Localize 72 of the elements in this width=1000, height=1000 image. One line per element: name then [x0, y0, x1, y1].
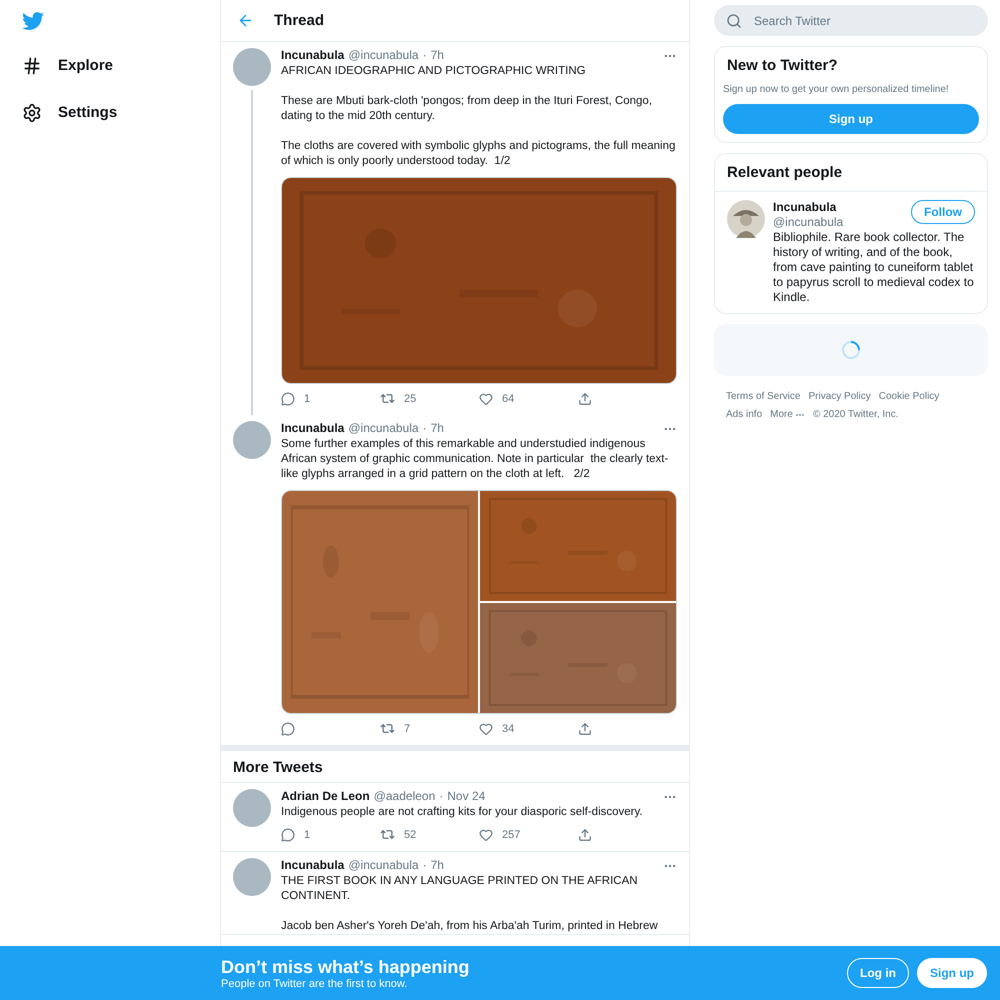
- separator: ·: [439, 789, 444, 804]
- twitter-logo-icon[interactable]: [22, 10, 44, 32]
- user-name[interactable]: Adrian De Leon: [281, 789, 370, 804]
- footer-link[interactable]: Terms of Service: [726, 390, 800, 404]
- user-bio: Bibliophile. Rare book collector. The history of writing, and of the book, from cave painting to cuneiform tablet to papyrus scroll to medieval codex to Kindle.: [773, 230, 975, 305]
- banner-subtitle: People on Twitter are the first to know.: [221, 978, 408, 990]
- tweet-time[interactable]: Nov 24: [447, 789, 486, 804]
- card-title: New to Twitter?: [726, 56, 839, 76]
- card-text: Sign up now to get your own personalized timeline!: [722, 84, 950, 97]
- tweet-text: These are Mbuti bark-cloth 'pongos; from deep in the Ituri Forest, Congo, dating to the mid 20th century.: [281, 94, 654, 124]
- tweet-time[interactable]: 7h: [430, 421, 444, 436]
- footer-link[interactable]: Privacy Policy: [808, 390, 871, 404]
- like-count: 257: [502, 828, 520, 840]
- tweet-text: AFRICAN IDEOGRAPHIC AND PICTOGRAPHIC WRITING: [281, 64, 587, 79]
- reply-icon[interactable]: [281, 722, 295, 736]
- user-name[interactable]: Incunabula: [773, 200, 836, 214]
- signup-button[interactable]: Sign up: [723, 104, 979, 134]
- tweet-text: The cloths are covered with symbolic glyphs and pictograms, the full meaning of which is only poorly understood today. 1/2: [281, 139, 676, 169]
- user-handle: @incunabula: [348, 858, 419, 873]
- tweet-time[interactable]: 7h: [430, 48, 444, 63]
- separator: ·: [422, 48, 427, 63]
- footer-link[interactable]: Cookie Policy: [878, 390, 940, 404]
- tweet-text: Some further examples of this remarkable and understudied indigenous African system of graphic communication. Note in particular the clearly text-like glyphs arranged in a grid pattern on the cloth at left. 2/2: [281, 437, 670, 482]
- signup-button[interactable]: Sign up: [917, 958, 987, 988]
- nav-item[interactable]: Explore: [22, 42, 220, 89]
- back-icon[interactable]: [237, 12, 254, 29]
- retweet-count: 52: [404, 828, 416, 840]
- tweet-time[interactable]: 7h: [430, 858, 444, 873]
- user-name[interactable]: Incunabula: [281, 421, 344, 436]
- copyright: © 2020 Twitter, Inc.: [812, 408, 898, 422]
- user-handle: @incunabula: [348, 48, 419, 63]
- user-name[interactable]: Incunabula: [281, 48, 344, 63]
- card-title: Relevant people: [726, 163, 844, 183]
- reply-icon[interactable]: [281, 828, 295, 842]
- page-title: Thread: [274, 12, 324, 29]
- user-handle: @incunabula: [348, 421, 419, 436]
- follow-button[interactable]: Follow: [911, 200, 975, 224]
- user-handle: @incunabula: [773, 215, 844, 229]
- share-icon[interactable]: [578, 722, 592, 736]
- reply-icon[interactable]: [281, 392, 295, 406]
- like-icon[interactable]: [479, 392, 493, 406]
- share-icon[interactable]: [578, 828, 592, 842]
- reply-count: 1: [304, 392, 310, 404]
- footer-link[interactable]: More: [770, 408, 805, 422]
- hash-icon: [22, 56, 42, 76]
- nav-item[interactable]: Settings: [22, 89, 220, 136]
- section-title: More Tweets: [221, 751, 689, 783]
- like-icon[interactable]: [479, 828, 493, 842]
- user-name[interactable]: Incunabula: [281, 858, 344, 873]
- avatar[interactable]: [727, 200, 765, 238]
- like-count: 64: [502, 392, 514, 404]
- reply-count: 1: [304, 828, 310, 840]
- retweet-icon[interactable]: [380, 391, 395, 406]
- separator: ·: [422, 858, 427, 873]
- user-handle: @aadeleon: [374, 789, 436, 804]
- like-count: 34: [502, 722, 514, 734]
- separator: ·: [422, 421, 427, 436]
- tweet-text: Jacob ben Asher's Yoreh De'ah, from his Arba'ah Turim, printed in Hebrew: [281, 919, 659, 934]
- footer-link[interactable]: Ads info: [726, 408, 762, 422]
- share-icon[interactable]: [578, 392, 592, 406]
- banner-title: Don’t miss what’s happening: [221, 956, 470, 978]
- like-icon[interactable]: [479, 722, 493, 736]
- login-button[interactable]: Log in: [847, 958, 909, 988]
- tweet-text: THE FIRST BOOK IN ANY LANGUAGE PRINTED ON THE AFRICAN CONTINENT.: [281, 874, 639, 904]
- spinner-icon: [841, 340, 861, 360]
- search-icon: [726, 12, 742, 28]
- tweet-text: Indigenous people are not crafting kits for your diasporic self-discovery.: [281, 805, 644, 820]
- retweet-icon[interactable]: [380, 721, 395, 736]
- retweet-icon[interactable]: [380, 827, 395, 842]
- retweet-count: 25: [404, 392, 416, 404]
- retweet-count: 7: [404, 722, 410, 734]
- settings-icon: [22, 102, 42, 122]
